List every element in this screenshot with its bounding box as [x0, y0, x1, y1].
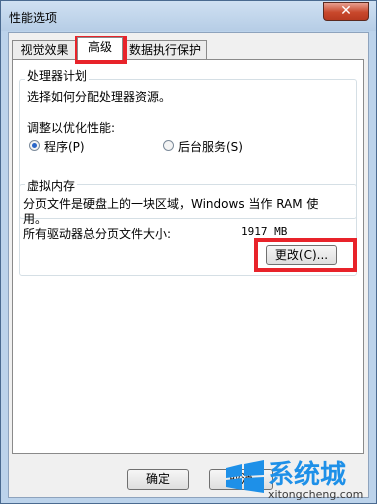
- total-paging-size-value: 1917 MB: [241, 225, 288, 238]
- programs-radio[interactable]: [29, 140, 40, 151]
- change-button-highlight: [254, 238, 357, 272]
- windows-logo-icon: [226, 460, 264, 493]
- watermark-brand: 系统城: [268, 460, 347, 490]
- virtual-memory-title: 虚拟内存: [25, 177, 78, 194]
- tab-advanced[interactable]: 高级: [77, 37, 123, 60]
- watermark-url: xitongcheng.com: [268, 488, 364, 501]
- site-watermark: 系统城 xitongcheng.com: [222, 452, 377, 504]
- window-title: 性能选项: [9, 11, 58, 25]
- tab-visual-effects[interactable]: 视觉效果: [12, 40, 77, 60]
- background-services-radio-label[interactable]: 后台服务(S): [178, 138, 243, 155]
- close-icon: ✕: [340, 3, 352, 19]
- background-services-radio[interactable]: [163, 140, 174, 151]
- close-button[interactable]: ✕: [323, 2, 369, 21]
- processor-description: 选择如何分配处理器资源。: [27, 90, 172, 104]
- tab-data-execution-prevention[interactable]: 数据执行保护: [123, 40, 207, 60]
- title-bar[interactable]: 性能选项 ✕: [1, 1, 376, 31]
- ok-button[interactable]: 确定: [127, 469, 189, 490]
- processor-scheduling-title: 处理器计划: [25, 67, 90, 84]
- programs-radio-label[interactable]: 程序(P): [44, 138, 85, 155]
- total-paging-size-label: 所有驱动器总分页文件大小:: [23, 227, 172, 241]
- virtual-memory-description-line1: 分页文件是硬盘上的一块区域，Windows 当作 RAM 使: [23, 197, 319, 211]
- adjust-performance-label: 调整以优化性能:: [27, 121, 116, 135]
